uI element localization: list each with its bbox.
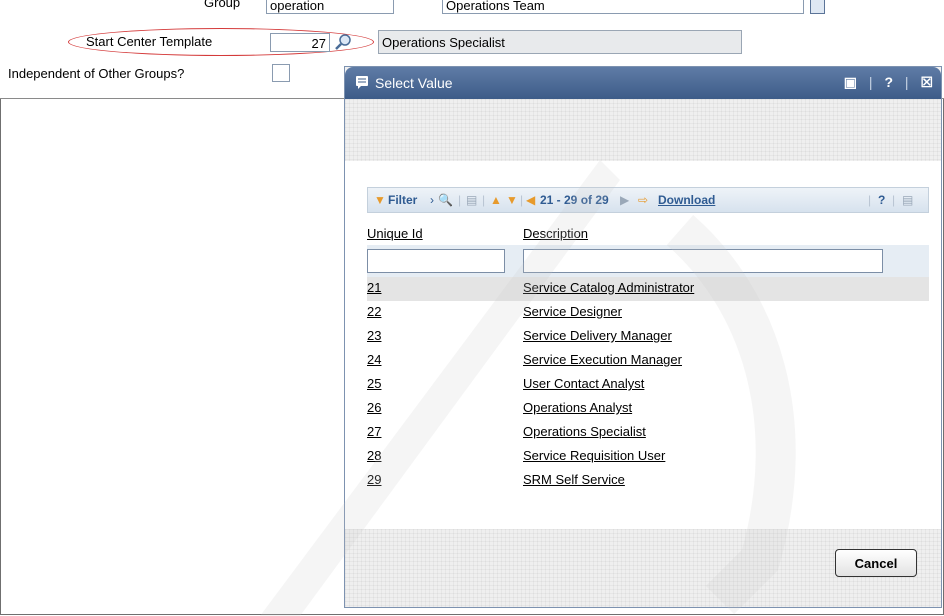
column-header-unique-id[interactable]: Unique Id	[367, 226, 423, 241]
table-row[interactable]: 29 SRM Self Service	[367, 469, 929, 493]
row-id-link[interactable]: 26	[367, 400, 381, 415]
next-row-icon[interactable]: ▼	[506, 193, 518, 207]
table-row[interactable]: 25 User Contact Analyst	[367, 373, 929, 397]
row-description[interactable]: Service Execution Manager	[523, 352, 682, 367]
filter-icon[interactable]: ▼	[374, 193, 386, 207]
row-description[interactable]: Service Requisition User	[523, 448, 665, 463]
dialog-titlebar[interactable]: Select Value ▣ | ? | ☒	[345, 67, 941, 99]
binoculars-icon[interactable]: 🔍	[438, 193, 453, 207]
help-icon[interactable]: ?	[884, 74, 893, 90]
row-id-link[interactable]: 28	[367, 448, 381, 463]
column-header-description[interactable]: Description	[523, 226, 588, 241]
row-id-link[interactable]: 21	[367, 280, 381, 295]
row-description[interactable]: User Contact Analyst	[523, 376, 644, 391]
table-toolbar: ▼ Filter › 🔍 | ▤ | ▲ ▼ | ◀ 21 - 29 of 29…	[367, 187, 929, 213]
toolbar-help-icon[interactable]: ?	[878, 193, 885, 207]
row-description[interactable]: Service Delivery Manager	[523, 328, 672, 343]
row-description[interactable]: Operations Specialist	[523, 424, 646, 439]
row-description[interactable]: Service Catalog Administrator	[523, 280, 694, 295]
select-value-dialog: Select Value ▣ | ? | ☒ ▼ Filter › 🔍 | ▤ …	[344, 66, 942, 608]
table-row[interactable]: 23 Service Delivery Manager	[367, 325, 929, 349]
download-link[interactable]: Download	[658, 193, 715, 207]
row-description[interactable]: SRM Self Service	[523, 472, 625, 487]
unique-id-filter-input[interactable]	[367, 249, 505, 273]
table-row[interactable]: 26 Operations Analyst	[367, 397, 929, 421]
independent-label: Independent of Other Groups?	[8, 66, 185, 81]
table-row[interactable]: 28 Service Requisition User	[367, 445, 929, 469]
cancel-button[interactable]: Cancel	[835, 549, 917, 577]
long-description-icon[interactable]	[810, 0, 825, 14]
group-field[interactable]: operation	[266, 0, 394, 14]
restore-icon[interactable]: ▣	[844, 74, 857, 90]
group-description-field[interactable]: Operations Team	[442, 0, 804, 14]
close-icon[interactable]: ☒	[920, 74, 933, 90]
row-description[interactable]: Operations Analyst	[523, 400, 632, 415]
independent-checkbox[interactable]	[272, 64, 290, 82]
filter-button[interactable]: Filter	[388, 193, 417, 207]
group-label: Group	[204, 0, 241, 10]
start-center-template-field[interactable]: 27	[270, 33, 330, 52]
row-id-link[interactable]: 23	[367, 328, 381, 343]
dialog-icon	[355, 75, 369, 92]
download-icon[interactable]: ⇨	[638, 193, 648, 207]
row-id-link[interactable]: 24	[367, 352, 381, 367]
lookup-icon[interactable]	[334, 33, 352, 54]
clear-filter-icon[interactable]: ▤	[466, 193, 477, 207]
dialog-header-area	[345, 99, 941, 161]
start-center-template-description: Operations Specialist	[378, 30, 742, 54]
expand-filter-icon[interactable]: ›	[430, 193, 434, 207]
row-id-link[interactable]: 25	[367, 376, 381, 391]
dialog-title: Select Value	[375, 75, 453, 91]
previous-row-icon[interactable]: ▲	[490, 193, 502, 207]
page-range: 21 - 29 of 29	[540, 193, 609, 207]
description-filter-input[interactable]	[523, 249, 883, 273]
toolbar-menu-icon[interactable]: ▤	[902, 193, 913, 207]
table-row[interactable]: 22 Service Designer	[367, 301, 929, 325]
row-id-link[interactable]: 29	[367, 472, 381, 487]
row-id-link[interactable]: 27	[367, 424, 381, 439]
start-center-template-label: Start Center Template	[86, 34, 213, 49]
row-id-link[interactable]: 22	[367, 304, 381, 319]
row-description[interactable]: Service Designer	[523, 304, 622, 319]
table-row[interactable]: 21 Service Catalog Administrator	[367, 277, 929, 301]
table-row[interactable]: 27 Operations Specialist	[367, 421, 929, 445]
table-row[interactable]: 24 Service Execution Manager	[367, 349, 929, 373]
next-page-icon[interactable]: ▶	[620, 193, 629, 207]
previous-page-icon[interactable]: ◀	[526, 193, 535, 207]
